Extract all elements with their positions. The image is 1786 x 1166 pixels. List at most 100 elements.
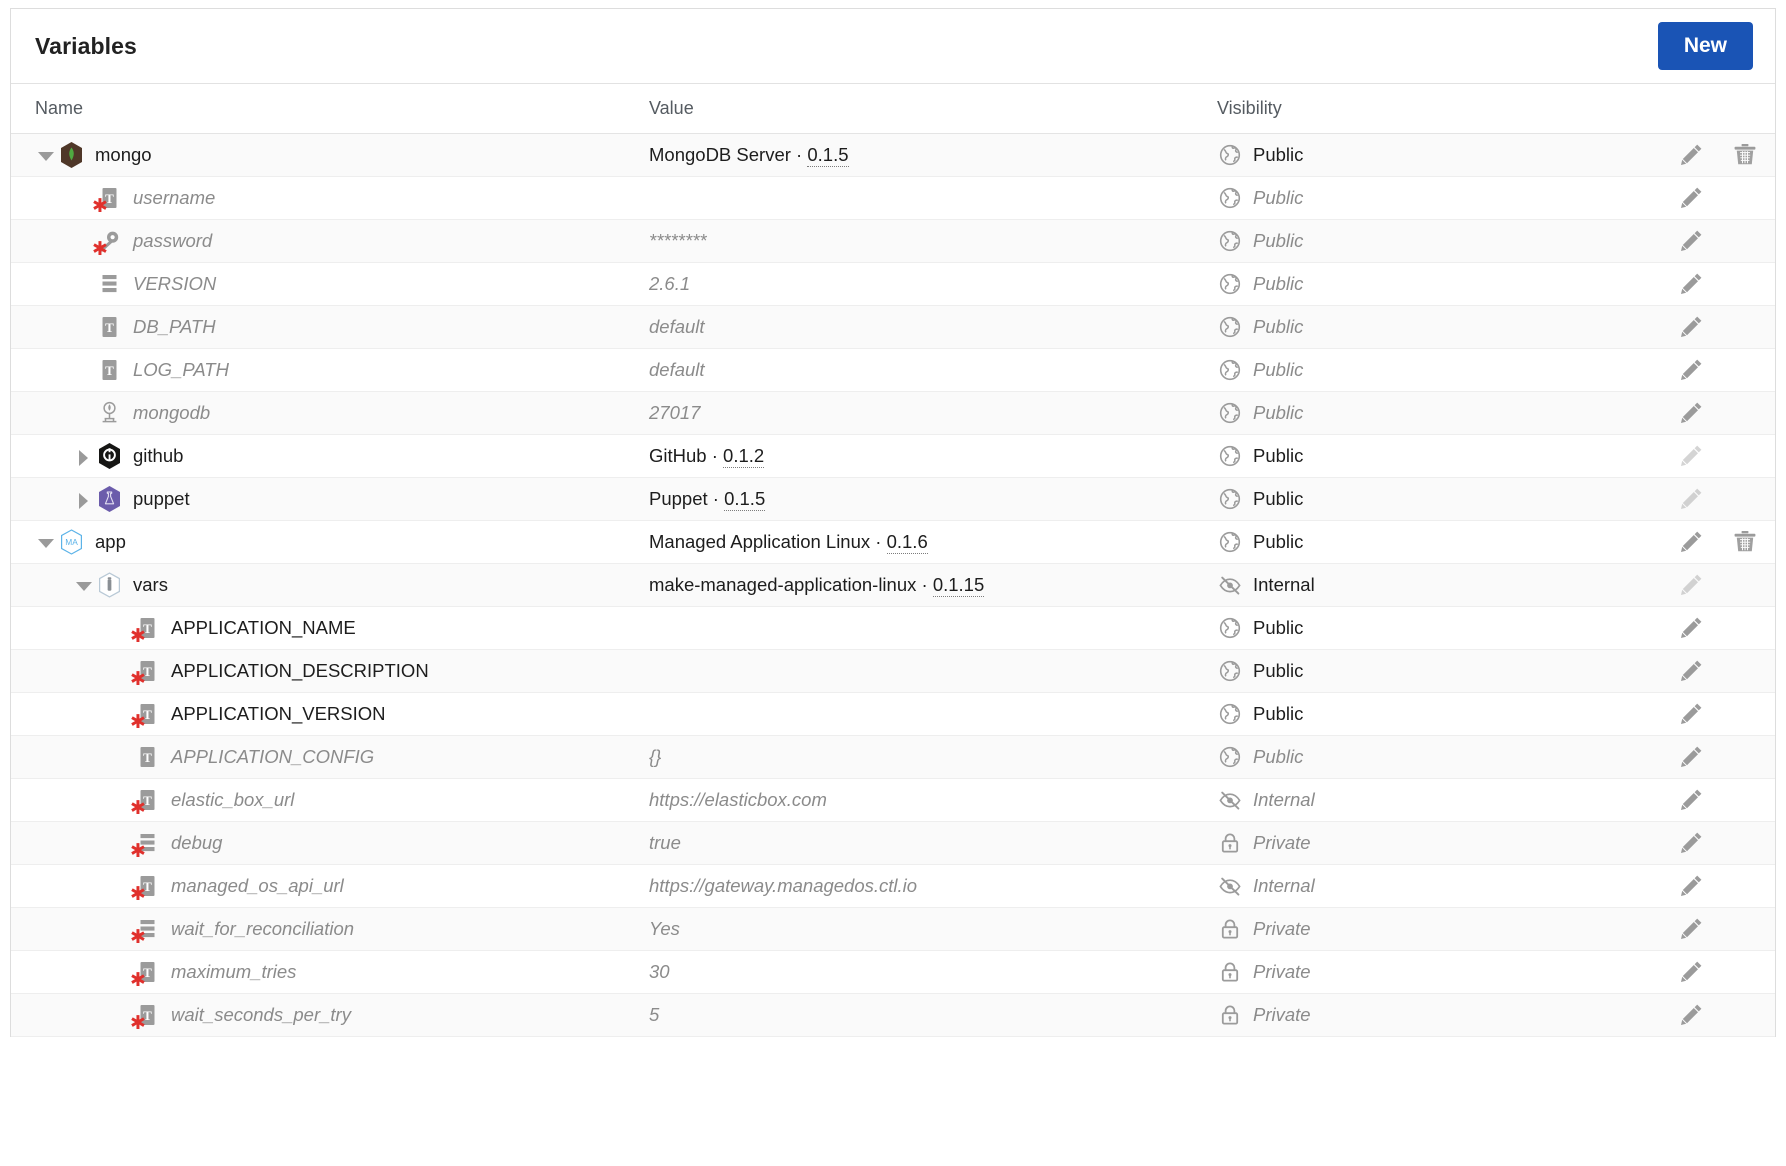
table-body: mongo MongoDB Server · 0.1.5 Public T ✱ … (11, 133, 1775, 1037)
table-row[interactable]: T ✱ username Public (11, 177, 1775, 220)
table-row[interactable]: puppet Puppet · 0.1.5 Public (11, 477, 1775, 521)
expand-toggle-icon[interactable] (35, 145, 55, 165)
cell-name: ✱ wait_for_reconciliation (11, 908, 641, 951)
variable-value: make-managed-application-linux (649, 574, 917, 595)
expand-toggle-icon[interactable] (73, 489, 93, 509)
version-link[interactable]: 0.1.6 (886, 531, 928, 554)
visibility-label: Private (1253, 1004, 1311, 1025)
visibility-label: Public (1253, 230, 1304, 251)
variable-name: mongo (95, 144, 152, 165)
svg-text:T: T (105, 320, 114, 335)
globe-icon (1219, 187, 1241, 209)
eye-slash-icon (1217, 873, 1243, 899)
edit-button[interactable] (1677, 958, 1705, 986)
table-row[interactable]: T APPLICATION_CONFIG {} Public (11, 735, 1775, 779)
table-row[interactable]: ✱ debug true Private (11, 821, 1775, 865)
table-row[interactable]: ✱ password ******** Public (11, 219, 1775, 263)
value-separator: · (707, 488, 725, 509)
table-row[interactable]: T ✱ APPLICATION_DESCRIPTION Public (11, 649, 1775, 693)
edit-button[interactable] (1677, 313, 1705, 341)
options-list-icon (102, 274, 116, 292)
pencil-icon (1681, 789, 1702, 810)
cell-actions (1449, 521, 1775, 564)
edit-button[interactable] (1677, 227, 1705, 255)
edit-button[interactable] (1677, 700, 1705, 728)
pencil-icon (1681, 660, 1702, 681)
expand-toggle-icon[interactable] (73, 575, 93, 595)
table-row[interactable]: T DB_PATH default Public (11, 305, 1775, 349)
cell-name: T ✱ APPLICATION_VERSION (11, 693, 641, 736)
cell-actions (1449, 822, 1775, 865)
delete-placeholder (1731, 399, 1759, 427)
visibility-label: Public (1253, 187, 1304, 208)
table-row[interactable]: MA app Managed Application Linux · 0.1.6… (11, 521, 1775, 564)
edit-button[interactable] (1677, 442, 1705, 470)
cell-value: 2.6.1 (641, 263, 1209, 306)
edit-button[interactable] (1677, 786, 1705, 814)
lock-icon (1221, 919, 1239, 939)
edit-button[interactable] (1677, 657, 1705, 685)
cell-actions (1449, 435, 1775, 478)
edit-button[interactable] (1677, 829, 1705, 857)
edit-button[interactable] (1677, 485, 1705, 513)
cell-name: T ✱ APPLICATION_DESCRIPTION (11, 650, 641, 693)
cell-visibility: Public (1209, 220, 1449, 263)
table-row[interactable]: T ✱ APPLICATION_NAME Public (11, 607, 1775, 650)
table-row[interactable]: vars make-managed-application-linux · 0.… (11, 563, 1775, 607)
version-link[interactable]: 0.1.5 (807, 144, 849, 167)
new-button[interactable]: New (1657, 22, 1753, 70)
globe-icon (1217, 658, 1243, 684)
delete-button[interactable] (1731, 528, 1759, 556)
edit-button[interactable] (1677, 399, 1705, 427)
visibility-label: Private (1253, 832, 1311, 853)
table-row[interactable]: mongodb 27017 Public (11, 391, 1775, 435)
edit-button[interactable] (1677, 915, 1705, 943)
cell-actions (1449, 779, 1775, 822)
table-row[interactable]: T ✱ APPLICATION_VERSION Public (11, 693, 1775, 736)
pencil-icon (1681, 918, 1702, 939)
delete-placeholder (1731, 1001, 1759, 1029)
globe-icon (1217, 142, 1243, 168)
column-header-visibility: Visibility (1209, 84, 1449, 134)
delete-button[interactable] (1731, 141, 1759, 169)
version-link[interactable]: 0.1.2 (723, 445, 765, 468)
variable-value: GitHub (649, 445, 707, 466)
table-row[interactable]: T ✱ maximum_tries 30 Private (11, 951, 1775, 994)
table-row[interactable]: T ✱ elastic_box_url https://elasticbox.c… (11, 779, 1775, 822)
value-separator: · (790, 144, 808, 165)
edit-button[interactable] (1677, 872, 1705, 900)
table-row[interactable]: github GitHub · 0.1.2 Public (11, 435, 1775, 478)
edit-button[interactable] (1677, 571, 1705, 599)
expand-toggle-icon[interactable] (35, 532, 55, 552)
variable-name: APPLICATION_CONFIG (171, 746, 375, 767)
text-variable-icon: T ✱ (92, 185, 121, 216)
table-row[interactable]: VERSION 2.6.1 Public (11, 263, 1775, 306)
pencil-icon (1681, 574, 1702, 595)
variable-value: Yes (649, 918, 680, 939)
table-row[interactable]: T ✱ managed_os_api_url https://gateway.m… (11, 865, 1775, 908)
pencil-icon (1681, 875, 1702, 896)
cell-name: mongo (11, 134, 641, 177)
edit-button[interactable] (1677, 614, 1705, 642)
table-row[interactable]: T ✱ wait_seconds_per_try 5 Private (11, 993, 1775, 1037)
eye-slash-icon (1217, 787, 1243, 813)
expand-toggle-icon[interactable] (73, 446, 93, 466)
cell-actions (1449, 134, 1775, 177)
table-row[interactable]: mongo MongoDB Server · 0.1.5 Public (11, 133, 1775, 177)
cell-value: 5 (641, 994, 1209, 1037)
edit-button[interactable] (1677, 141, 1705, 169)
variable-value: Managed Application Linux (649, 531, 871, 552)
edit-button[interactable] (1677, 184, 1705, 212)
table-row[interactable]: ✱ wait_for_reconciliation Yes Private (11, 907, 1775, 951)
edit-button[interactable] (1677, 528, 1705, 556)
edit-button[interactable] (1677, 270, 1705, 298)
edit-button[interactable] (1677, 1001, 1705, 1029)
pencil-icon (1681, 230, 1702, 251)
variable-name: maximum_tries (171, 961, 297, 982)
edit-button[interactable] (1677, 743, 1705, 771)
version-link[interactable]: 0.1.5 (724, 488, 766, 511)
table-row[interactable]: T LOG_PATH default Public (11, 349, 1775, 392)
version-link[interactable]: 0.1.15 (932, 574, 985, 597)
edit-button[interactable] (1677, 356, 1705, 384)
